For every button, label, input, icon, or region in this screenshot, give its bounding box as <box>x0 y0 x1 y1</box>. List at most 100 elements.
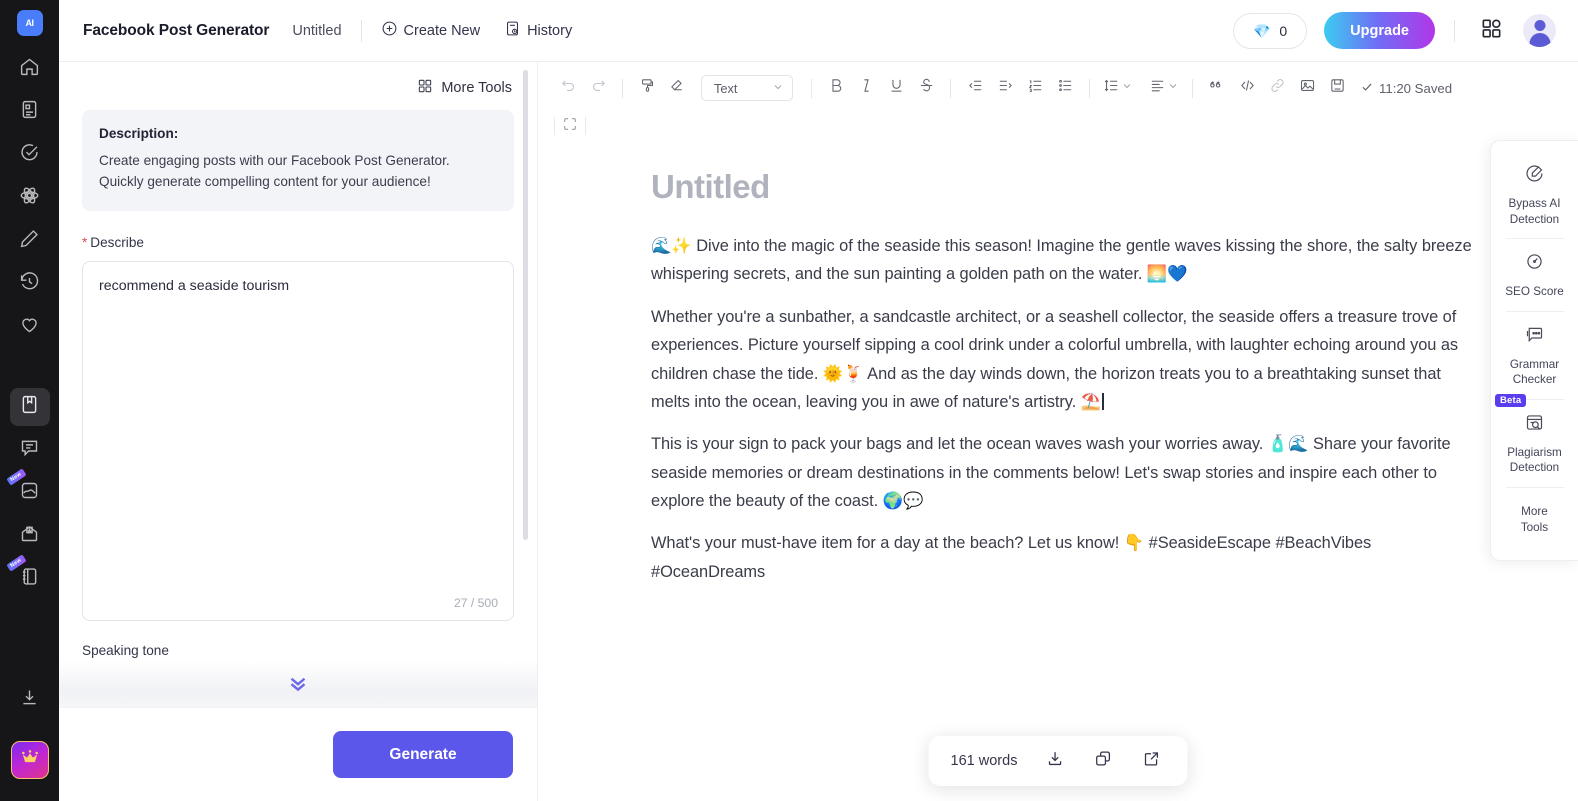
describe-label-text: Describe <box>90 234 144 250</box>
document-name[interactable]: Untitled <box>292 23 341 39</box>
describe-input[interactable]: recommend a seaside tourism 27 / 500 <box>82 260 514 621</box>
tool-label: SEO Score <box>1505 285 1564 299</box>
describe-label: * Describe <box>82 235 514 250</box>
sidebar-item-favorites[interactable] <box>10 308 50 346</box>
indent-icon <box>997 77 1014 99</box>
sidebar-item-chat[interactable] <box>10 431 50 469</box>
ordered-list-icon <box>1027 77 1044 99</box>
check-circle-icon <box>19 142 40 168</box>
ordered-list-button[interactable] <box>1021 74 1049 102</box>
document-title[interactable]: Untitled <box>651 168 1478 206</box>
save-icon <box>1329 77 1346 99</box>
undo-button[interactable] <box>554 74 582 102</box>
outdent-button[interactable] <box>961 74 989 102</box>
sidebar-item-images[interactable]: New <box>5 468 50 512</box>
insert-image-button[interactable] <box>1293 74 1321 102</box>
sidebar-item-notebook[interactable]: New <box>5 554 50 598</box>
plagiarism-detection-button[interactable]: Beta Plagiarism Detection <box>1491 393 1578 487</box>
eraser-button[interactable] <box>663 74 691 102</box>
description-card: Description: Create engaging posts with … <box>82 110 514 211</box>
tool-label: Grammar Checker <box>1510 357 1559 388</box>
text-format-select[interactable]: Text <box>701 75 793 101</box>
describe-value: recommend a seaside tourism <box>99 277 290 294</box>
credits-badge[interactable]: 💎 0 <box>1232 12 1308 49</box>
download-icon <box>19 687 40 713</box>
grid-apps-icon <box>417 78 433 98</box>
save-status: 11:20 Saved <box>1360 80 1452 97</box>
seo-score-button[interactable]: SEO Score <box>1491 239 1578 311</box>
history-button[interactable]: History <box>504 20 572 41</box>
editor-panel: Text 11:20 Saved Untitled 🌊✨ Dive into t… <box>538 62 1578 801</box>
form-scroll-area: More Tools Description: Create engaging … <box>59 62 537 707</box>
redo-button[interactable] <box>584 74 612 102</box>
link-button[interactable] <box>1263 74 1291 102</box>
text-format-value: Text <box>714 80 738 96</box>
format-paint-button[interactable] <box>633 74 661 102</box>
align-button[interactable] <box>1146 74 1182 102</box>
copy-button[interactable] <box>1089 747 1117 775</box>
sidebar-item-ai-lab[interactable] <box>10 179 50 217</box>
quote-button[interactable] <box>1203 74 1231 102</box>
more-tools-button[interactable]: More Tools <box>82 62 514 110</box>
crown-icon <box>20 748 40 773</box>
scroll-fade <box>59 661 537 707</box>
line-height-button[interactable] <box>1100 74 1136 102</box>
document-icon <box>19 99 40 125</box>
underline-icon <box>888 77 905 99</box>
strikethrough-button[interactable] <box>912 74 940 102</box>
bookmark-icon <box>19 394 40 420</box>
indent-button[interactable] <box>991 74 1019 102</box>
tool-label-line1: More <box>1521 504 1548 518</box>
header-divider-right <box>1454 19 1455 42</box>
sidebar-item-library[interactable] <box>9 388 50 426</box>
italic-button[interactable] <box>852 74 880 102</box>
bypass-ai-detection-button[interactable]: Bypass AI Detection <box>1491 151 1578 238</box>
bold-button[interactable] <box>822 74 850 102</box>
sidebar-item-history[interactable] <box>10 265 50 303</box>
app-logo-icon[interactable]: AI <box>16 10 43 36</box>
document-paragraph: Whether you're a sunbather, a sandcastle… <box>651 303 1478 417</box>
sidebar-item-tasks[interactable] <box>10 136 50 174</box>
editor-toolbar: Text 11:20 Saved <box>538 68 1578 108</box>
notebook-icon <box>19 566 40 592</box>
more-tools-label: More Tools <box>441 80 512 96</box>
sidebar-item-home[interactable] <box>10 50 50 88</box>
create-new-button[interactable]: Create New <box>381 20 480 41</box>
speaking-tone-label: Speaking tone <box>82 642 169 658</box>
avatar[interactable] <box>1523 14 1556 47</box>
document-paragraph: What's your must-have item for a day at … <box>651 534 1372 581</box>
description-title: Description: <box>99 126 179 141</box>
upgrade-crown-button[interactable] <box>10 741 49 779</box>
check-icon <box>1360 80 1374 97</box>
eraser-icon <box>669 77 686 99</box>
more-tools-button[interactable]: More Tools <box>1491 488 1578 546</box>
grammar-checker-button[interactable]: Grammar Checker <box>1491 312 1578 399</box>
fullscreen-button[interactable] <box>555 113 585 139</box>
underline-button[interactable] <box>882 74 910 102</box>
download-button[interactable] <box>1041 747 1069 775</box>
bullet-list-button[interactable] <box>1051 74 1079 102</box>
save-button[interactable] <box>1323 74 1351 102</box>
generate-button[interactable]: Generate <box>333 731 513 778</box>
toolbar-divider <box>1089 78 1090 98</box>
outdent-icon <box>967 77 984 99</box>
form-footer: Generate <box>59 707 537 801</box>
apps-grid-button[interactable] <box>1480 17 1503 45</box>
generator-form-panel: More Tools Description: Create engaging … <box>59 62 538 801</box>
document-canvas[interactable]: Untitled 🌊✨ Dive into the magic of the s… <box>538 144 1578 801</box>
export-button[interactable] <box>1137 747 1165 775</box>
sidebar-item-documents[interactable] <box>10 93 50 131</box>
bypass-ai-icon <box>1524 163 1545 189</box>
required-asterisk: * <box>82 234 88 250</box>
tool-label-line2: Checker <box>1512 373 1557 387</box>
tool-label: More Tools <box>1521 504 1548 535</box>
upgrade-button[interactable]: Upgrade <box>1324 12 1435 49</box>
sidebar-item-downloads[interactable] <box>10 681 50 719</box>
tool-label-line1: Grammar <box>1509 357 1560 371</box>
atom-icon <box>19 185 40 211</box>
sidebar-item-editor[interactable] <box>10 222 50 260</box>
chevron-double-down-icon[interactable] <box>285 669 311 700</box>
code-button[interactable] <box>1233 74 1261 102</box>
sidebar-item-inbox[interactable] <box>10 517 50 555</box>
form-scrollbar[interactable] <box>523 70 528 540</box>
